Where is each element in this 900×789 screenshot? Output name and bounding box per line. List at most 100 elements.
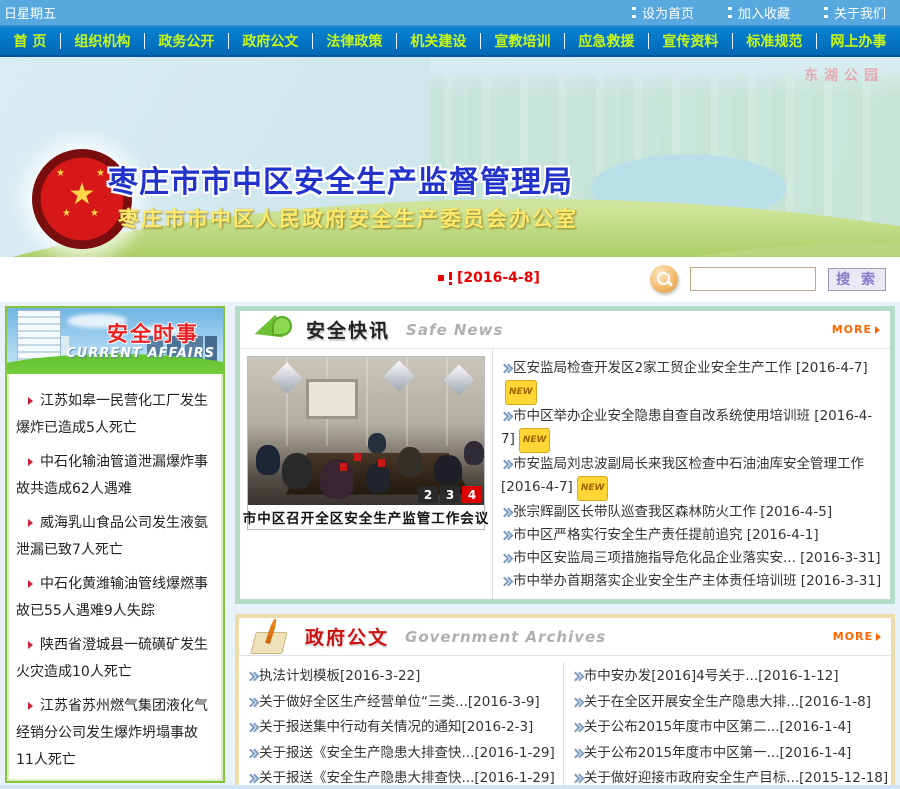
pager-item[interactable]: 3 — [440, 486, 460, 503]
sidebar-news-list: 江苏如皋一民营化工厂发生爆炸已造成5人死亡 中石化输油管道泄漏爆炸事故共造成62… — [7, 374, 223, 783]
news-text: 张宗辉副区长带队巡查我区森林防火工作 — [513, 504, 756, 520]
person-graphic — [320, 459, 354, 499]
add-favorites-label: 加入收藏 — [738, 3, 790, 22]
safe-news-header: 安全快讯 Safe News MORE — [240, 311, 890, 349]
person-graphic — [398, 447, 422, 477]
doc-date: [2016-1-4] — [780, 745, 852, 761]
safe-news-section: 安全快讯 Safe News MORE — [235, 306, 895, 604]
doc-text: 关于报送《安全生产隐患大排查快... — [259, 745, 474, 761]
doc-text: 关于公布2015年度市中区第一... — [584, 745, 780, 761]
megaphone-icon — [250, 314, 296, 346]
scrolling-notice[interactable]: [2016-4-8] — [438, 270, 540, 286]
news-item[interactable]: 市安监局刘忠波副局长来我区检查中石油油库安全管理工作 [2016-4-7]NEW — [501, 453, 882, 501]
doc-date: [2016-1-4] — [780, 719, 852, 735]
sidebar-news-item[interactable]: 江苏如皋一民营化工厂发生爆炸已造成5人死亡 — [16, 388, 214, 442]
doc-text: 市中安办发[2016]4号关于... — [584, 668, 758, 684]
set-homepage-label: 设为首页 — [642, 3, 694, 22]
sidebar-news-item[interactable]: 威海乳山食品公司发生液氨泄漏已致7人死亡 — [16, 510, 214, 564]
doc-text: 关于报送《安全生产隐患大排查快... — [259, 770, 474, 786]
person-graphic — [282, 453, 312, 489]
sidebar-news-item[interactable]: 中石化黄潍输油管线爆燃事故已55人遇难9人失踪 — [16, 571, 214, 625]
search-input[interactable] — [690, 267, 816, 291]
news-item[interactable]: 市中区安监局三项措施指导危化品企业落实安... [2016-3-31] — [501, 547, 882, 570]
chevron-bullet-icon — [247, 698, 257, 706]
red-item-graphic — [340, 463, 347, 471]
safe-news-body: 2 3 4 市中区召开全区安全生产监管工作会议 区安监局检查开发区2家工贸企业安… — [240, 349, 890, 599]
nav-item-gov-affairs[interactable]: 政务公开 — [152, 31, 220, 51]
chevron-bullet-icon — [572, 749, 582, 757]
add-favorites-link[interactable]: 加入收藏 — [728, 3, 790, 22]
window-graphic — [306, 379, 358, 419]
doc-text: 关于做好全区生产经营单位“三类... — [259, 694, 468, 710]
news-item[interactable]: 市中区严格实行安全生产责任提前追究 [2016-4-1] — [501, 524, 882, 547]
photo-credit: 东湖公园 — [804, 65, 884, 85]
doc-item[interactable]: 关于公布2015年度市中区第一...[2016-1-4] — [572, 741, 888, 767]
nav-item-online-services[interactable]: 网上办事 — [824, 31, 892, 51]
chevron-bullet-icon — [501, 508, 511, 516]
sidebar-news-item[interactable]: 中石化输油管道泄漏爆炸事故共造成62人遇难 — [16, 449, 214, 503]
banner: 东湖公园 ★ ★ ★ ★ ★ 枣庄市市中区安全生产监督管理局 枣庄市市中区人民政… — [0, 57, 900, 257]
nav-item-organization[interactable]: 组织机构 — [68, 31, 136, 51]
nav-item-education-training[interactable]: 宣教培训 — [488, 31, 556, 51]
news-item[interactable]: 张宗辉副区长带队巡查我区森林防火工作 [2016-4-5] — [501, 501, 882, 524]
nav-item-standards[interactable]: 标准规范 — [740, 31, 808, 51]
doc-item[interactable]: 执法计划模板[2016-3-22] — [247, 664, 555, 690]
more-arrow-icon — [876, 633, 881, 641]
doc-item[interactable]: 关于报送集中行动有关情况的通知[2016-2-3] — [247, 715, 555, 741]
search-icon — [650, 265, 678, 293]
nav-item-emergency-rescue[interactable]: 应急救援 — [572, 31, 640, 51]
news-item[interactable]: 区安监局检查开发区2家工贸企业安全生产工作 [2016-4-7]NEW — [501, 357, 882, 405]
nav-separator — [396, 33, 397, 49]
gov-docs-more-link[interactable]: MORE — [833, 630, 881, 643]
nav-item-home[interactable]: 首 页 — [8, 31, 53, 51]
doc-date: [2016-3-9] — [468, 694, 540, 710]
search-button[interactable]: 搜 索 — [828, 268, 886, 291]
nav-item-gov-documents[interactable]: 政府公文 — [236, 31, 304, 51]
news-date: [2016-4-7] — [501, 479, 573, 495]
new-badge: NEW — [577, 476, 609, 501]
news-item[interactable]: 市中区举办企业安全隐患自查自改系统使用培训班 [2016-4-7]NEW — [501, 405, 882, 453]
caret-icon — [28, 641, 33, 649]
nav-separator — [312, 33, 313, 49]
doc-date: [2016-1-29] — [474, 770, 554, 786]
notice-date: [2016-4-8] — [457, 270, 540, 286]
main-nav: 首 页 组织机构 政务公开 政府公文 法律政策 机关建设 宣教培训 应急救援 宣… — [0, 27, 900, 57]
sidebar-news-item[interactable]: 陕西省澄城县一硫磺矿发生火灾造成10人死亡 — [16, 632, 214, 686]
photo-caption[interactable]: 市中区召开全区安全生产监管工作会议 — [248, 505, 484, 529]
nav-item-publicity-materials[interactable]: 宣传资料 — [656, 31, 724, 51]
sidebar-news-item[interactable]: 江苏省苏州燃气集团液化气经销分公司发生爆炸坍塌事故11人死亡 — [16, 693, 214, 774]
doc-text: 关于公布2015年度市中区第二... — [584, 719, 780, 735]
new-badge: NEW — [505, 380, 537, 405]
set-homepage-link[interactable]: 设为首页 — [632, 3, 694, 22]
news-photo-slideshow[interactable]: 2 3 4 市中区召开全区安全生产监管工作会议 — [247, 356, 485, 530]
caret-icon — [28, 458, 33, 466]
doc-text: 执法计划模板 — [259, 668, 340, 684]
nav-item-law-policy[interactable]: 法律政策 — [320, 31, 388, 51]
more-arrow-icon — [875, 326, 880, 334]
doc-date: [2015-12-18] — [799, 770, 888, 786]
about-dots-icon — [824, 7, 828, 19]
chevron-bullet-icon — [501, 531, 511, 539]
doc-item[interactable]: 关于在全区开展安全生产隐患大排...[2016-1-8] — [572, 690, 888, 716]
sidebar-news-text: 江苏如皋一民营化工厂发生爆炸已造成5人死亡 — [16, 393, 208, 436]
doc-item[interactable]: 关于做好全区生产经营单位“三类...[2016-3-9] — [247, 690, 555, 716]
doc-date: [2016-1-29] — [474, 745, 554, 761]
site-title: 枣庄市市中区安全生产监督管理局 — [108, 157, 573, 201]
quill-icon — [249, 620, 295, 654]
nav-separator — [732, 33, 733, 49]
nav-separator — [60, 33, 61, 49]
doc-item[interactable]: 关于报送《安全生产隐患大排查快...[2016-1-29] — [247, 741, 555, 767]
doc-item[interactable]: 市中安办发[2016]4号关于...[2016-1-12] — [572, 664, 888, 690]
about-us-link[interactable]: 关于我们 — [824, 3, 886, 22]
person-graphic — [366, 463, 390, 493]
pager-item[interactable]: 2 — [418, 486, 438, 503]
nav-item-agency-building[interactable]: 机关建设 — [404, 31, 472, 51]
doc-item[interactable]: 关于公布2015年度市中区第二...[2016-1-4] — [572, 715, 888, 741]
doc-date: [2016-3-22] — [340, 668, 420, 684]
star-icon: ★ — [90, 209, 99, 219]
news-item[interactable]: 市中举办首期落实企业安全生产主体责任培训班 [2016-3-31] — [501, 570, 882, 593]
pager-item-active[interactable]: 4 — [462, 486, 482, 503]
notice-alert-icon — [449, 272, 452, 285]
safe-news-more-link[interactable]: MORE — [832, 323, 880, 336]
person-graphic — [368, 433, 386, 453]
